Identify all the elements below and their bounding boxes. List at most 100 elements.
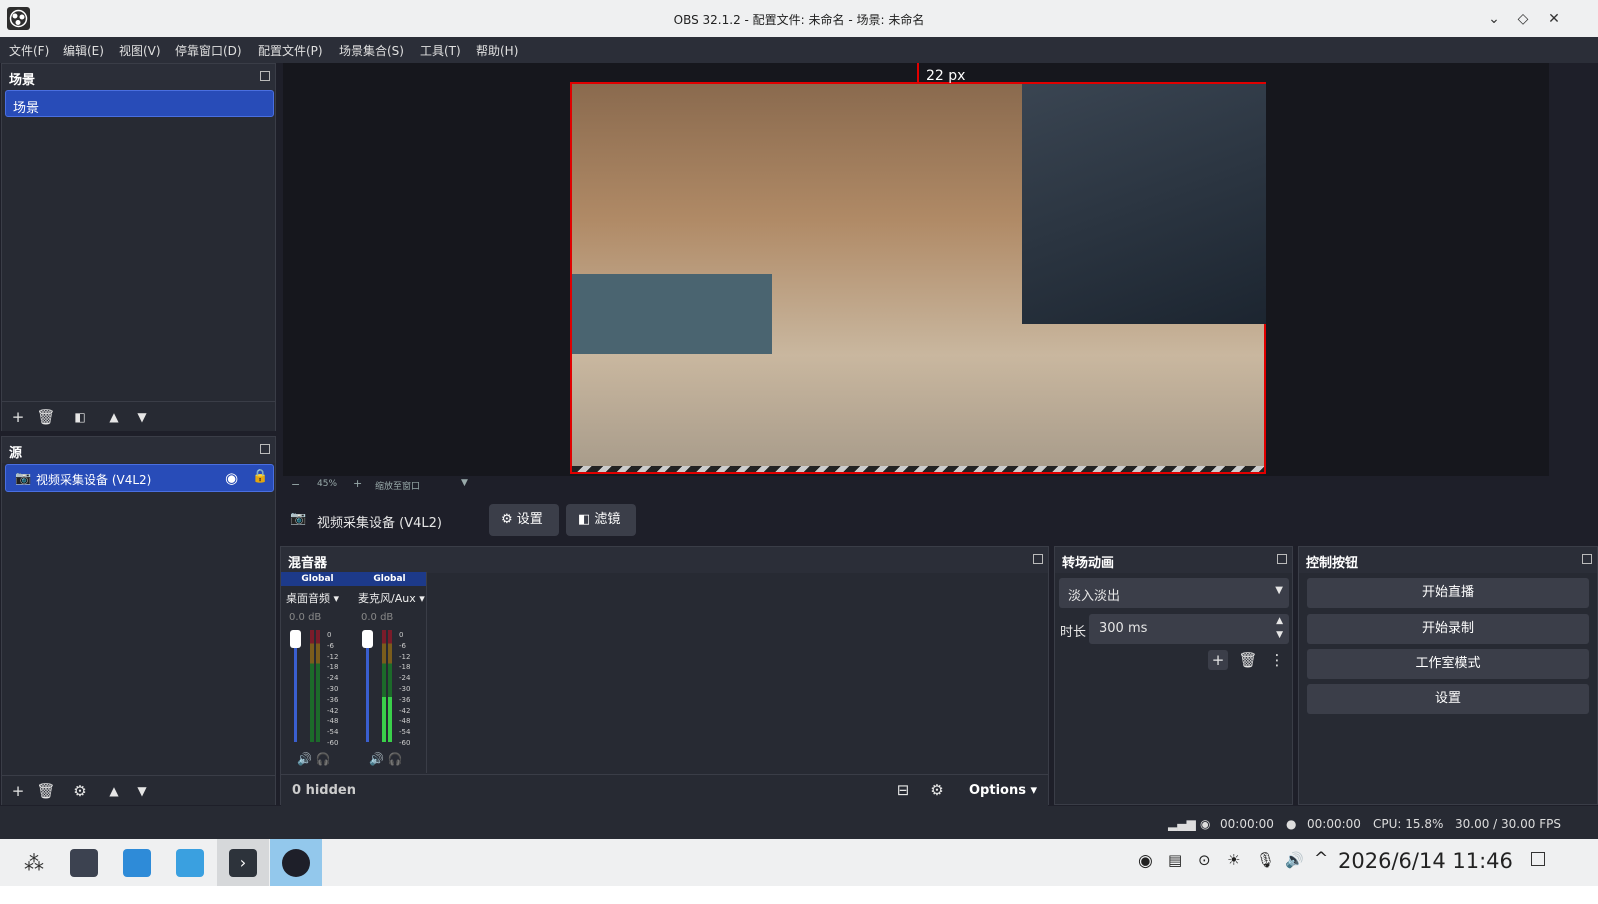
microphone-icon[interactable]: 🎙: [1256, 851, 1275, 869]
move-up-icon[interactable]: ▲: [104, 781, 124, 801]
disk-icon[interactable]: ⊙: [1198, 851, 1211, 869]
undock-icon[interactable]: [1033, 554, 1043, 564]
menu-view[interactable]: 视图(V): [119, 42, 161, 59]
mixer-title: 混音器: [288, 556, 328, 571]
close-icon[interactable]: ✕: [1544, 9, 1564, 29]
menu-docks[interactable]: 停靠窗口(D): [175, 42, 242, 59]
studio-mode-button[interactable]: 工作室模式: [1307, 649, 1589, 679]
mixer-channel-mic: Global 麦克风/Aux ▾ 0.0 dB 0 -6 -12 -18 -24 -30 -…: [353, 572, 427, 773]
distance-guide: [917, 63, 919, 83]
system-settings-icon[interactable]: [58, 839, 110, 886]
zoom-mode[interactable]: 缩放至窗口: [375, 479, 420, 492]
clipboard-icon[interactable]: ▤: [1168, 851, 1182, 869]
gear-icon[interactable]: ⚙: [70, 781, 90, 801]
add-transition-icon[interactable]: +: [1208, 650, 1228, 670]
transitions-dock: 转场动画 淡入淡出 ▼ 时长 300 ms ▲ ▼ + 🗑 ⋮: [1054, 546, 1293, 805]
layout-icon[interactable]: ⊟: [893, 780, 913, 800]
transition-select[interactable]: 淡入淡出 ▼: [1059, 578, 1289, 608]
start-streaming-button[interactable]: 开始直播: [1307, 578, 1589, 608]
move-down-icon[interactable]: ▼: [132, 407, 152, 427]
mixer-channel-desktop: Global 桌面音频 ▾ 0.0 dB 0 -6 -12 -18 -24 -30 -36 -…: [281, 572, 355, 773]
speaker-icon[interactable]: 🔊: [297, 752, 312, 766]
settings-button[interactable]: 设置: [1307, 684, 1589, 714]
undock-icon[interactable]: [1277, 554, 1287, 564]
source-filters-button[interactable]: ◧ 滤镜: [566, 504, 636, 536]
clock[interactable]: 2026/6/14 11:46: [1338, 849, 1513, 873]
zoom-out-icon[interactable]: −: [291, 478, 300, 491]
meter-tick: -42: [399, 706, 411, 715]
channel-name[interactable]: 桌面音频 ▾: [286, 590, 339, 606]
software-center-icon[interactable]: [111, 839, 163, 886]
obs-tray-icon[interactable]: ◉: [1138, 851, 1153, 871]
scenes-toolbar: + 🗑 ◧ ▲ ▼: [2, 401, 275, 431]
trash-icon[interactable]: 🗑: [36, 781, 56, 801]
meter-tick: -12: [327, 652, 339, 661]
menu-tools[interactable]: 工具(T): [420, 42, 461, 59]
headphones-icon[interactable]: 🎧: [316, 752, 331, 766]
trash-icon[interactable]: 🗑: [36, 407, 56, 427]
meter-tick: -54: [327, 728, 339, 737]
speaker-icon[interactable]: 🔊: [369, 752, 384, 766]
move-up-icon[interactable]: ▲: [104, 407, 124, 427]
safe-area-stripe: [572, 466, 1264, 472]
more-icon[interactable]: ⋮: [1267, 650, 1287, 670]
options-button[interactable]: Options ▾: [969, 783, 1037, 798]
add-icon[interactable]: +: [8, 781, 28, 801]
filter-icon[interactable]: ◧: [70, 407, 90, 427]
undock-icon[interactable]: [1582, 554, 1592, 564]
volume-slider-track[interactable]: [366, 632, 369, 742]
meter-tick: -24: [327, 674, 339, 683]
channel-badge: Global: [281, 572, 354, 586]
lock-icon[interactable]: 🔒: [252, 469, 268, 484]
volume-slider-knob[interactable]: [362, 630, 373, 648]
chevron-down-icon[interactable]: ▼: [1275, 585, 1283, 596]
menu-profile[interactable]: 配置文件(P): [258, 42, 323, 59]
eye-icon[interactable]: ◉: [225, 469, 238, 487]
channel-name[interactable]: 麦克风/Aux ▾: [358, 590, 425, 606]
menu-file[interactable]: 文件(F): [9, 42, 49, 59]
undock-icon[interactable]: [260, 444, 270, 454]
source-item[interactable]: 📷 视频采集设备 (V4L2) ◉ 🔒: [5, 464, 274, 492]
maximize-icon[interactable]: ◇: [1513, 9, 1533, 29]
spin-down-icon[interactable]: ▼: [1276, 630, 1283, 640]
monitor-shape: [1022, 84, 1266, 324]
add-icon[interactable]: +: [8, 407, 28, 427]
start-recording-button[interactable]: 开始录制: [1307, 614, 1589, 644]
preview-canvas[interactable]: 22 px: [283, 63, 1549, 476]
volume-slider-knob[interactable]: [290, 630, 301, 648]
meter-tick: -48: [399, 717, 411, 726]
headphones-icon[interactable]: 🎧: [388, 752, 403, 766]
spin-up-icon[interactable]: ▲: [1276, 616, 1283, 626]
move-down-icon[interactable]: ▼: [132, 781, 152, 801]
keyboard-shape: [572, 274, 772, 354]
meter-tick: 0: [399, 631, 404, 639]
volume-slider-track[interactable]: [294, 632, 297, 742]
brightness-icon[interactable]: ☀: [1227, 851, 1240, 869]
show-desktop-icon[interactable]: [1531, 852, 1545, 866]
chevron-down-icon[interactable]: ▼: [461, 478, 468, 488]
advanced-audio-icon[interactable]: ⚙: [927, 780, 947, 800]
channel-badge: Global: [353, 572, 426, 586]
level-meter: [388, 630, 392, 742]
source-settings-button[interactable]: ⚙ 设置: [489, 504, 559, 536]
minimize-icon[interactable]: ⌄: [1484, 9, 1504, 29]
meter-tick: -12: [399, 652, 411, 661]
trash-icon[interactable]: 🗑: [1238, 650, 1258, 670]
scene-item[interactable]: 场景: [5, 90, 274, 117]
level-meter: [310, 630, 314, 742]
volume-icon[interactable]: 🔊: [1285, 851, 1304, 869]
menu-scene-collection[interactable]: 场景集合(S): [339, 42, 404, 59]
undock-icon[interactable]: [260, 71, 270, 81]
terminal-icon[interactable]: ›: [217, 839, 269, 886]
app-launcher-icon[interactable]: ⁂: [8, 839, 60, 886]
zoom-in-icon[interactable]: +: [353, 477, 362, 490]
menu-help[interactable]: 帮助(H): [476, 42, 518, 59]
cpu-usage: CPU: 15.8%: [1373, 817, 1444, 831]
menu-edit[interactable]: 编辑(E): [63, 42, 104, 59]
file-manager-icon[interactable]: [164, 839, 216, 886]
duration-input[interactable]: 300 ms ▲ ▼: [1089, 614, 1289, 644]
tray-expand-icon[interactable]: ^: [1314, 849, 1328, 869]
obs-taskbar-icon[interactable]: [270, 839, 322, 886]
camera-feed[interactable]: [570, 82, 1266, 474]
level-meter: [316, 630, 320, 742]
